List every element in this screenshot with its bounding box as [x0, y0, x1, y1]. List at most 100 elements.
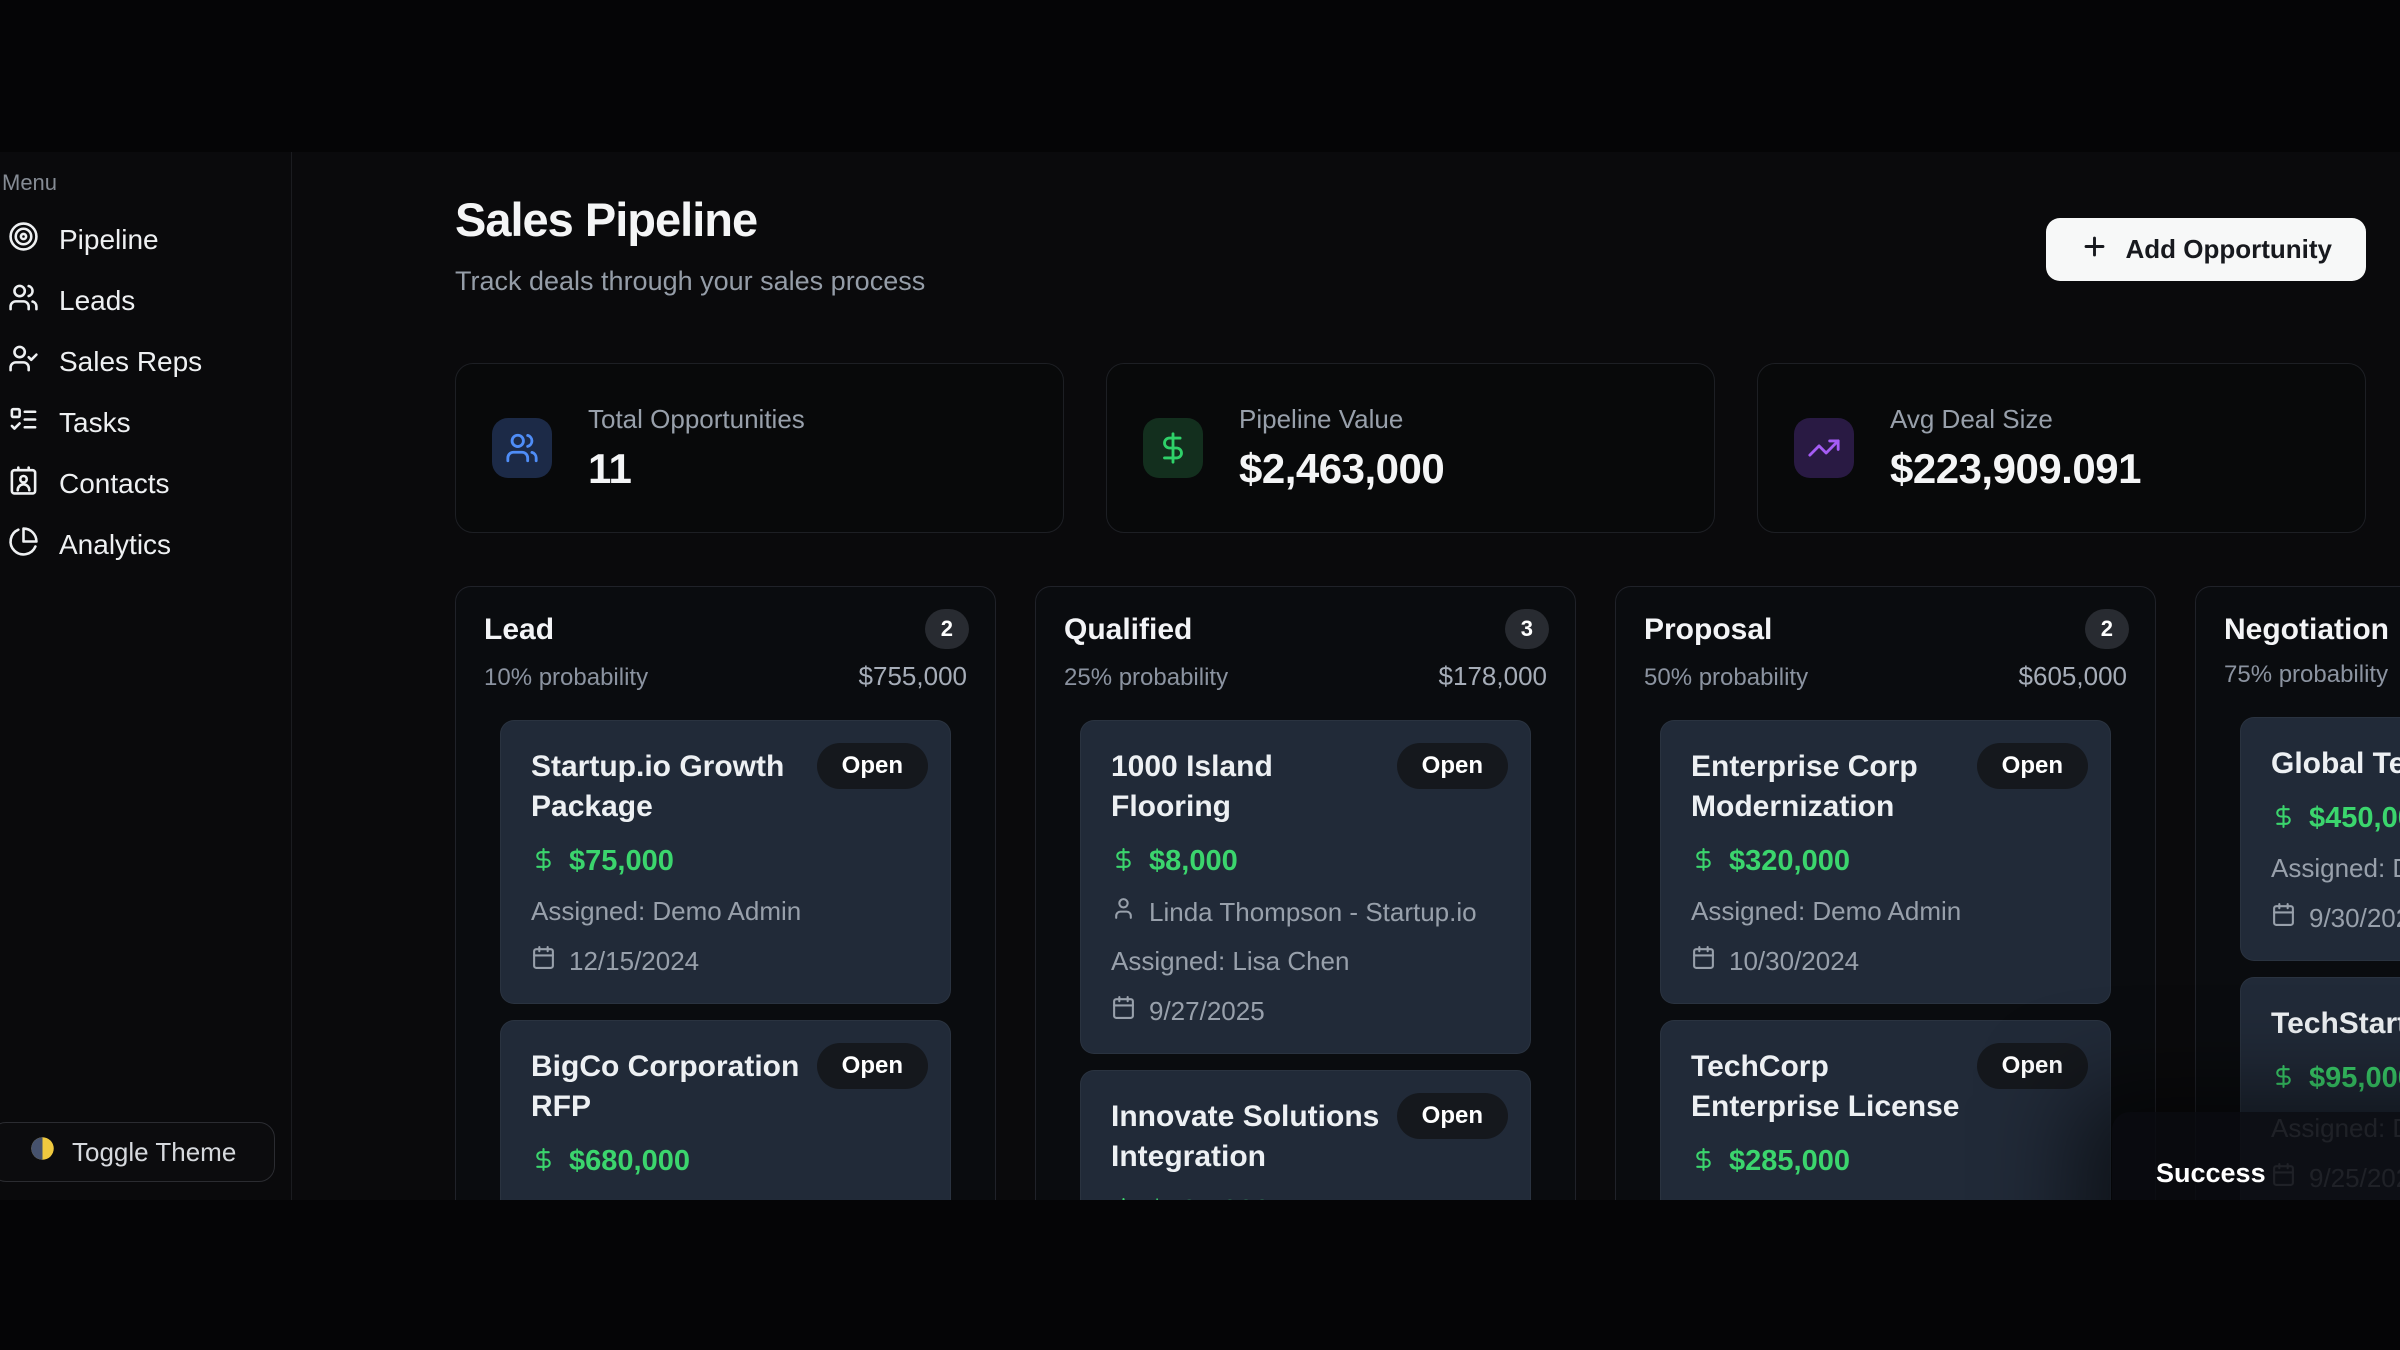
kanban-column-negotiation: Negotiation 75% probability Global Tech … — [2195, 586, 2400, 1200]
column-probability: 10% probability — [484, 664, 648, 692]
stat-card-total-opportunities: Total Opportunities 11 — [455, 363, 1064, 533]
contact-card-icon — [8, 465, 39, 503]
card-contact: Linda Thompson - Startup.io — [1149, 897, 1477, 928]
sidebar-item-analytics[interactable]: Analytics — [0, 519, 273, 570]
stat-label: Pipeline Value — [1239, 404, 1444, 435]
column-count-badge: 3 — [1505, 609, 1549, 649]
calendar-icon — [2271, 902, 2296, 934]
toast-title: Success — [2156, 1158, 2400, 1189]
target-icon — [8, 221, 39, 259]
dollar-sign-icon — [1691, 847, 1716, 877]
card-assigned: Assigned: Demo Admin — [1691, 896, 2080, 927]
card-assigned: Assigned: Demo Admin — [2271, 853, 2400, 884]
sidebar-item-label: Pipeline — [59, 224, 159, 256]
app-window: Menu Pipeline Leads Sales Reps Tasks — [0, 152, 2400, 1200]
stat-value: $223,909.091 — [1890, 445, 2141, 493]
stat-card-pipeline-value: Pipeline Value $2,463,000 — [1106, 363, 1715, 533]
users-icon — [8, 282, 39, 320]
main-content: Sales Pipeline Track deals through your … — [292, 152, 2400, 1200]
sidebar-section-label: Menu — [2, 170, 57, 196]
card-amount: $75,000 — [569, 845, 674, 878]
card-title: TechStartup Tools — [2271, 1004, 2400, 1044]
sidebar-item-label: Leads — [59, 285, 135, 317]
opportunity-card[interactable]: Innovate Solutions Integration Open $125… — [1080, 1070, 1531, 1200]
page-title: Sales Pipeline — [455, 192, 757, 247]
dollar-sign-icon — [2271, 1064, 2296, 1094]
sidebar-item-sales-reps[interactable]: Sales Reps — [0, 336, 273, 387]
column-probability: 25% probability — [1064, 664, 1228, 692]
sidebar-item-tasks[interactable]: Tasks — [0, 397, 273, 448]
calendar-icon — [1111, 995, 1136, 1027]
card-assigned: Assigned: Demo Admin — [531, 896, 920, 927]
opportunity-card[interactable]: TechCorp Enterprise License Open $285,00… — [1660, 1020, 2111, 1200]
kanban-column-lead: Lead 2 10% probability $755,000 Startup.… — [455, 586, 996, 1200]
card-amount: $125,000 — [1149, 1195, 1270, 1200]
card-date: 12/15/2024 — [569, 946, 699, 977]
pie-chart-icon — [8, 526, 39, 564]
card-date: 9/30/2025 — [2309, 903, 2400, 934]
sidebar-item-contacts[interactable]: Contacts — [0, 458, 273, 509]
user-icon — [1111, 896, 1136, 928]
column-total: $178,000 — [1439, 661, 1547, 692]
opportunity-card[interactable]: 1000 Island Flooring Open $8,000 Linda T… — [1080, 720, 1531, 1054]
sidebar-item-label: Sales Reps — [59, 346, 202, 378]
sidebar-item-pipeline[interactable]: Pipeline — [0, 214, 273, 265]
screen: Menu Pipeline Leads Sales Reps Tasks — [0, 0, 2400, 1350]
card-amount: $95,000 — [2309, 1062, 2400, 1095]
dollar-sign-icon — [1691, 1147, 1716, 1177]
status-badge: Open — [1977, 743, 2088, 789]
sidebar-item-leads[interactable]: Leads — [0, 275, 273, 326]
opportunity-card[interactable]: Startup.io Growth Package Open $75,000 A… — [500, 720, 951, 1004]
status-badge: Open — [1977, 1043, 2088, 1089]
dollar-sign-icon — [1111, 1197, 1136, 1201]
sidebar-item-label: Contacts — [59, 468, 170, 500]
card-amount: $285,000 — [1729, 1145, 1850, 1178]
column-title: Proposal — [1644, 613, 2127, 647]
calendar-icon — [531, 945, 556, 977]
plus-icon — [2080, 232, 2109, 268]
column-title: Negotiation — [2224, 613, 2400, 647]
sidebar-item-label: Analytics — [59, 529, 171, 561]
stats-row: Total Opportunities 11 Pipeline Value $2… — [455, 363, 2366, 533]
success-toast[interactable]: Success — [2112, 1112, 2400, 1200]
sidebar-item-label: Tasks — [59, 407, 131, 439]
dollar-sign-icon — [1143, 418, 1203, 478]
stat-value: 11 — [588, 445, 805, 493]
list-todo-icon — [8, 404, 39, 442]
dollar-sign-icon — [1111, 847, 1136, 877]
card-amount: $8,000 — [1149, 845, 1238, 878]
card-amount: $450,000 — [2309, 802, 2400, 835]
stat-card-avg-deal-size: Avg Deal Size $223,909.091 — [1757, 363, 2366, 533]
theme-icon — [29, 1135, 56, 1169]
calendar-icon — [1691, 945, 1716, 977]
page-subtitle: Track deals through your sales process — [455, 266, 925, 297]
column-probability: 50% probability — [1644, 664, 1808, 692]
opportunity-card[interactable]: Enterprise Corp Modernization Open $320,… — [1660, 720, 2111, 1004]
column-title: Qualified — [1064, 613, 1547, 647]
toggle-theme-button[interactable]: Toggle Theme — [0, 1122, 275, 1182]
toggle-theme-label: Toggle Theme — [72, 1137, 236, 1168]
dollar-sign-icon — [531, 847, 556, 877]
stat-value: $2,463,000 — [1239, 445, 1444, 493]
opportunity-card[interactable]: Global Tech $450,000 Assigned: Demo Admi… — [2240, 717, 2400, 961]
trending-up-icon — [1794, 418, 1854, 478]
stat-label: Total Opportunities — [588, 404, 805, 435]
user-check-icon — [8, 343, 39, 381]
dollar-sign-icon — [2271, 804, 2296, 834]
users-icon — [492, 418, 552, 478]
status-badge: Open — [817, 743, 928, 789]
card-title: Global Tech — [2271, 744, 2400, 784]
column-count-badge: 2 — [925, 609, 969, 649]
sidebar-nav: Pipeline Leads Sales Reps Tasks Contacts — [0, 214, 273, 570]
sidebar: Menu Pipeline Leads Sales Reps Tasks — [0, 152, 292, 1200]
column-count-badge: 2 — [2085, 609, 2129, 649]
dollar-sign-icon — [531, 1147, 556, 1177]
column-total: $755,000 — [859, 661, 967, 692]
card-assigned: Assigned: Demo Admin — [531, 1196, 920, 1200]
add-opportunity-button[interactable]: Add Opportunity — [2046, 218, 2366, 281]
opportunity-card[interactable]: BigCo Corporation RFP Open $680,000 Assi… — [500, 1020, 951, 1200]
card-date: 10/30/2024 — [1729, 946, 1859, 977]
column-title: Lead — [484, 613, 967, 647]
column-probability: 75% probability — [2224, 661, 2388, 689]
card-amount: $320,000 — [1729, 845, 1850, 878]
